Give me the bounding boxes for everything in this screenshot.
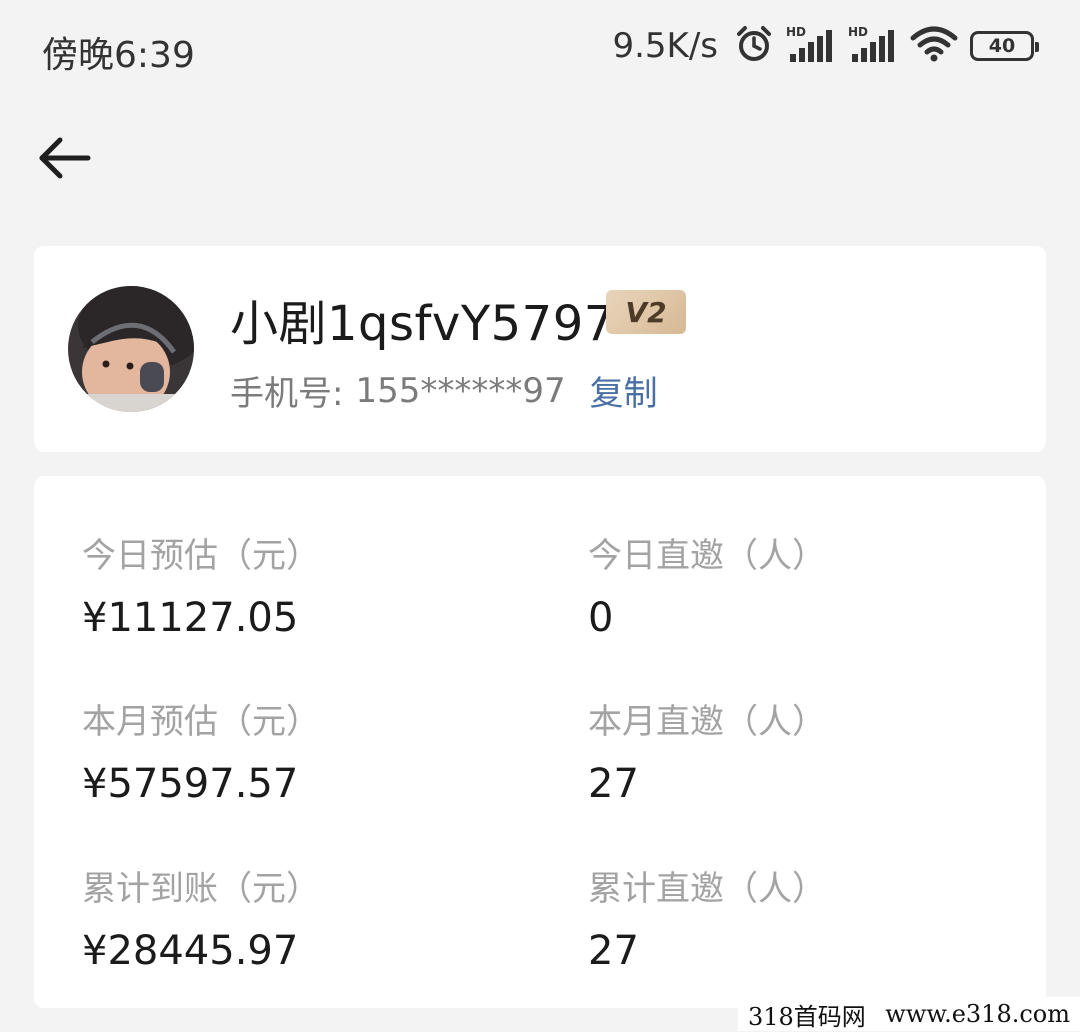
stat-total-received: 累计到账（元） ¥28445.97 (82, 861, 320, 974)
stat-value: ¥28445.97 (82, 928, 299, 974)
arrow-left-icon (36, 134, 92, 186)
stat-month-invites: 本月直邀（人） 27 (588, 694, 826, 807)
stat-label: 本月预估（元） (82, 702, 320, 742)
phone-row: 手机号: 155******97 复制 (230, 366, 658, 415)
status-time: 傍晚6:39 (42, 35, 195, 76)
stat-label: 本月直邀（人） (588, 702, 826, 742)
svg-text:HD: HD (786, 25, 806, 39)
hd-signal-icon: HD (848, 24, 898, 68)
stat-label: 今日预估（元） (82, 536, 320, 576)
phone-number: 155******97 (355, 370, 566, 411)
status-icons: 9.5K/s HD HD 40 (612, 24, 1039, 68)
stat-label: 今日直邀（人） (588, 536, 826, 576)
hd-signal-icon: HD (786, 24, 836, 68)
vip-level-badge: V2 (606, 290, 686, 334)
stat-total-invites: 累计直邀（人） 27 (588, 861, 826, 974)
back-button[interactable] (32, 128, 96, 192)
phone-label: 手机号: (230, 374, 344, 414)
stat-value: ¥11127.05 (82, 595, 299, 641)
stat-value: 0 (588, 595, 614, 641)
stat-value: 27 (588, 928, 639, 974)
alarm-icon (734, 24, 774, 68)
user-name: 小剧1qsfvY5797 (230, 296, 615, 352)
stat-label: 累计到账（元） (82, 869, 320, 909)
stat-label: 累计直邀（人） (588, 869, 826, 909)
avatar[interactable] (68, 286, 194, 412)
watermark-url: www.e318.com (885, 1000, 1070, 1028)
profile-card: 小剧1qsfvY5797 V2 手机号: 155******97 复制 (34, 246, 1046, 452)
stat-value: 27 (588, 761, 639, 807)
status-bar: 傍晚6:39 9.5K/s HD HD 40 (0, 0, 1080, 100)
network-speed: 9.5K/s (612, 26, 718, 66)
stat-value: ¥57597.57 (82, 761, 299, 807)
svg-text:HD: HD (848, 25, 868, 39)
stat-today-invites: 今日直邀（人） 0 (588, 528, 826, 641)
watermark-site-name: 318首码网 (748, 1002, 866, 1031)
stat-month-estimate: 本月预估（元） ¥57597.57 (82, 694, 320, 807)
wifi-icon (910, 24, 958, 68)
stats-card: 今日预估（元） ¥11127.05 今日直邀（人） 0 本月预估（元） ¥575… (34, 476, 1046, 1008)
watermark: 318首码网 www.e318.com (738, 997, 1080, 1031)
stat-today-estimate: 今日预估（元） ¥11127.05 (82, 528, 320, 641)
battery-indicator: 40 (970, 31, 1039, 61)
copy-phone-button[interactable]: 复制 (590, 366, 658, 415)
